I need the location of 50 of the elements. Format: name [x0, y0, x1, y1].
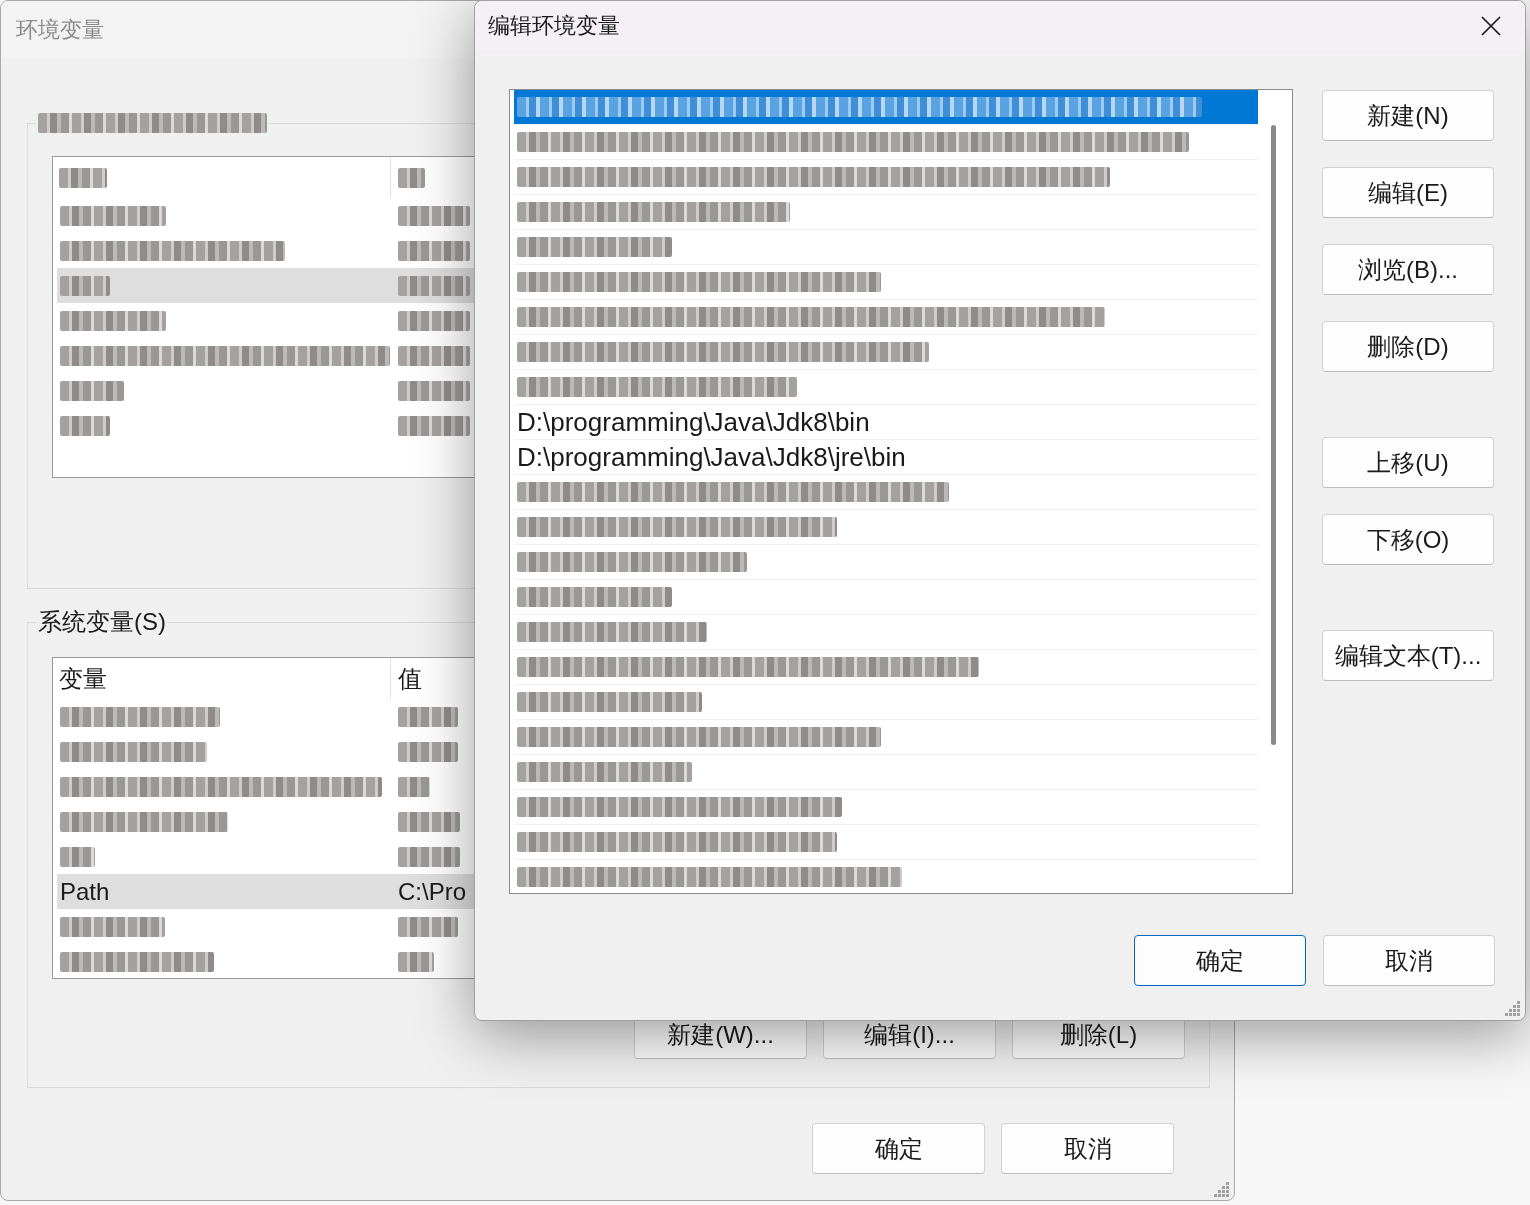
blurred-text — [60, 380, 124, 401]
scrollbar-thumb[interactable] — [1271, 125, 1276, 745]
dialog-button[interactable]: 取消 — [1001, 1123, 1174, 1174]
list-row[interactable] — [57, 268, 476, 303]
resize-grip-icon[interactable] — [1504, 1000, 1520, 1016]
side-button[interactable]: 删除(D) — [1322, 321, 1494, 372]
side-button[interactable]: 编辑(E) — [1322, 167, 1494, 218]
dialog-title: 编辑环境变量 — [488, 11, 620, 40]
blurred-text — [398, 275, 470, 296]
blurred-text — [398, 776, 430, 797]
blurred-text — [398, 951, 434, 972]
blurred-text — [59, 167, 107, 188]
path-item[interactable]: D:\programming\Java\Jdk8\bin — [514, 405, 1258, 440]
blurred-text — [398, 916, 458, 937]
blurred-text — [60, 275, 110, 296]
variable-name: Path — [60, 877, 110, 906]
blurred-text — [398, 811, 460, 832]
path-item[interactable]: D:\programming\Java\Jdk8\jre\bin — [514, 440, 1258, 475]
blurred-text — [398, 741, 458, 762]
blurred-text — [398, 380, 470, 401]
group-label: 系统变量(S) — [38, 607, 166, 637]
dialog-button[interactable]: 取消 — [1323, 935, 1495, 986]
blurred-text — [398, 310, 470, 331]
blurred-text — [60, 415, 110, 436]
blurred-text — [398, 706, 458, 727]
blurred-text — [398, 205, 470, 226]
blurred-text — [60, 846, 95, 867]
blurred-text — [398, 846, 460, 867]
dialog-button[interactable]: 确定 — [812, 1123, 985, 1174]
blurred-text — [398, 167, 425, 188]
side-button[interactable]: 新建(N) — [1322, 90, 1494, 141]
blurred-text — [398, 415, 470, 436]
path-item[interactable] — [514, 90, 1258, 125]
variable-value: C:\Pro — [398, 877, 466, 906]
close-icon[interactable] — [1481, 15, 1501, 36]
side-button[interactable]: 上移(U) — [1322, 437, 1494, 488]
resize-grip-icon[interactable] — [1213, 1181, 1229, 1197]
path-list[interactable]: D:\programming\Java\Jdk8\bin D:\programming\Java\Jdk8\jre\bin — [509, 89, 1293, 894]
blurred-text — [398, 240, 470, 261]
blurred-text — [398, 345, 470, 366]
column-header[interactable]: 变量 — [59, 662, 107, 695]
column-header[interactable]: 值 — [398, 662, 422, 695]
side-button[interactable]: 浏览(B)... — [1322, 244, 1494, 295]
dialog-button[interactable]: 确定 — [1134, 935, 1306, 986]
window-title: 环境变量 — [16, 15, 104, 44]
side-button[interactable]: 编辑文本(T)... — [1322, 630, 1494, 681]
side-button[interactable]: 下移(O) — [1322, 514, 1494, 565]
list-row[interactable]: Path C:\Pro — [57, 874, 476, 909]
user-variables-list[interactable] — [52, 156, 476, 478]
system-variables-list[interactable]: 变量 值 Path C:\Pro — [52, 657, 476, 979]
